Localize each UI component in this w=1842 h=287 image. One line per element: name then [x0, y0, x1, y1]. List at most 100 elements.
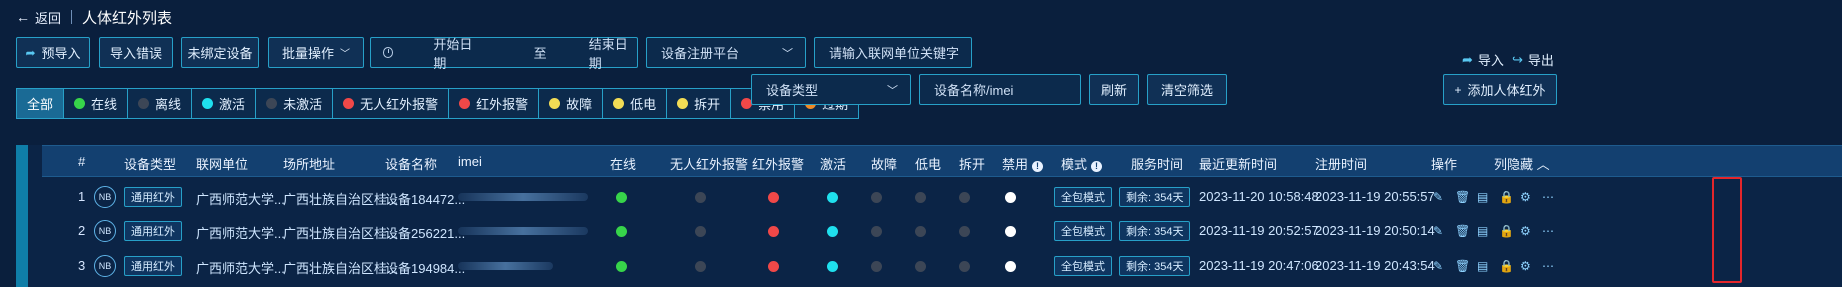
address-cell: 广西壮族自治区桂... [283, 261, 398, 276]
trash-icon[interactable]: 🗑 [1455, 224, 1470, 238]
disabled-dot [1005, 226, 1016, 237]
settings-icon[interactable]: ⚙ [1520, 224, 1531, 238]
info-icon[interactable]: ! [1032, 161, 1044, 172]
import-error-label: 导入错误 [109, 46, 162, 61]
add-infrared-button[interactable]: + 添加人体红外 [1443, 74, 1557, 105]
status-dot-icon [613, 98, 625, 109]
back-button[interactable]: ← 返回 [16, 8, 61, 27]
fault-dot [871, 261, 882, 272]
top-bar: ← 返回 人体红外列表 [16, 6, 172, 28]
device-name-input[interactable]: 设备名称/imei [919, 74, 1081, 105]
col-imei: imei [458, 154, 482, 169]
status-filter-item[interactable]: 红外报警 [449, 89, 540, 118]
device-name-cell[interactable]: 设备184472... [385, 189, 465, 208]
ir-alarm-dot [768, 192, 779, 203]
unit-cell: 广西师范大学... [196, 226, 285, 241]
col-device-name: 设备名称 [385, 157, 438, 172]
lock-icon[interactable]: 🔒 [1499, 224, 1514, 238]
device-table: # 设备类型 联网单位 场所地址 设备名称 imei 在线 无人红外报警 红外报… [16, 145, 1842, 287]
settings-icon[interactable]: ⚙ [1520, 190, 1531, 204]
trash-icon[interactable]: 🗑 [1455, 190, 1470, 204]
row-index: 1 [78, 189, 86, 204]
export-label: 导出 [1527, 53, 1554, 68]
refresh-button[interactable]: 刷新 [1089, 74, 1139, 105]
end-date-input[interactable]: 结束日期 [589, 34, 637, 72]
keyword-input[interactable]: 请输入联网单位关键字 [814, 37, 972, 68]
disabled-dot [1005, 192, 1016, 203]
date-range-picker[interactable]: 开始日期 至 结束日期 [370, 37, 638, 71]
status-dot-icon [677, 98, 689, 109]
col-hide-toggle[interactable]: 列隐藏 ︿ [1494, 154, 1550, 173]
col-fault: 故障 [871, 157, 898, 172]
import-link[interactable]: ➦ 导入 [1462, 50, 1504, 69]
unbound-device-button[interactable]: 未绑定设备 [181, 37, 259, 68]
status-filter-label: 故障 [566, 97, 593, 112]
platform-select[interactable]: 设备注册平台 ﹀ [646, 37, 806, 68]
col-online: 在线 [610, 157, 637, 172]
batch-ops-button[interactable]: 批量操作 ﹀ [268, 37, 364, 68]
edit-icon[interactable]: ✎ [1433, 190, 1443, 204]
lock-icon[interactable]: 🔒 [1499, 190, 1514, 204]
start-date-input[interactable]: 开始日期 [433, 34, 481, 72]
status-filter-item[interactable]: 故障 [539, 89, 604, 118]
document-icon[interactable]: ▤ [1477, 259, 1488, 273]
device-name-cell[interactable]: 设备256221... [385, 223, 465, 242]
col-device-type: 设备类型 [124, 157, 177, 172]
active-dot [827, 192, 838, 203]
row-index: 2 [78, 223, 86, 238]
refresh-label: 刷新 [1100, 83, 1127, 98]
status-filter-label: 离线 [155, 97, 182, 112]
info-icon[interactable]: ! [1091, 161, 1103, 172]
ir-alarm-dot [768, 226, 779, 237]
status-filter-item[interactable]: 低电 [603, 89, 668, 118]
col-mode-label: 模式 [1061, 157, 1088, 172]
col-ops: 操作 [1431, 157, 1458, 172]
trash-icon[interactable]: 🗑 [1455, 259, 1470, 273]
device-type-select[interactable]: 设备类型 ﹀ [751, 74, 911, 105]
status-filter-item[interactable]: 激活 [192, 89, 257, 118]
status-dot-icon [74, 98, 86, 109]
unit-cell: 广西师范大学... [196, 261, 285, 276]
status-filter-item[interactable]: 全部 [17, 89, 65, 118]
document-icon[interactable]: ▤ [1477, 224, 1488, 238]
table-row: 3 NB 通用红外 广西师范大学... 广西壮族自治区桂... 设备194984... 全包… [42, 249, 1842, 283]
document-icon[interactable]: ▤ [1477, 190, 1488, 204]
device-name-cell[interactable]: 设备194984... [385, 258, 465, 277]
import-error-button[interactable]: 导入错误 [99, 37, 173, 68]
status-dot-icon [266, 98, 278, 109]
status-dot-icon [138, 98, 150, 109]
edit-icon[interactable]: ✎ [1433, 259, 1443, 273]
status-filter-label: 低电 [630, 97, 657, 112]
status-filter-item[interactable]: 离线 [128, 89, 193, 118]
address-cell: 广西壮族自治区桂... [283, 226, 398, 241]
more-icon[interactable]: ⋯ [1542, 190, 1554, 204]
more-icon[interactable]: ⋯ [1542, 224, 1554, 238]
more-icon[interactable]: ⋯ [1542, 259, 1554, 273]
status-filter-item[interactable]: 无人红外报警 [333, 89, 450, 118]
col-index: # [78, 154, 86, 169]
opened-dot [959, 261, 970, 272]
unbound-device-label: 未绑定设备 [187, 46, 253, 61]
status-dot-icon [549, 98, 561, 109]
status-filter-item[interactable]: 未激活 [256, 89, 334, 118]
edit-icon[interactable]: ✎ [1433, 224, 1443, 238]
clear-filter-button[interactable]: 清空筛选 [1147, 74, 1227, 105]
settings-icon[interactable]: ⚙ [1520, 259, 1531, 273]
online-dot [616, 226, 627, 237]
share-arrow-icon: ➦ [25, 45, 36, 60]
status-filter-item[interactable]: 拆开 [667, 89, 732, 118]
col-register-time: 注册时间 [1315, 157, 1368, 172]
status-filter-group: 全部在线离线激活未激活无人红外报警红外报警故障低电拆开禁用过期 [16, 88, 860, 119]
status-filter-item[interactable]: 在线 [64, 89, 129, 118]
active-dot [827, 226, 838, 237]
imei-masked [458, 262, 553, 270]
nb-badge: NB [94, 255, 116, 277]
export-link[interactable]: ↪ 导出 [1512, 50, 1554, 69]
nb-badge: NB [94, 220, 116, 242]
arrow-left-icon: ← [16, 9, 30, 25]
pre-import-label: 预导入 [41, 46, 81, 61]
col-low-power: 低电 [915, 157, 942, 172]
pre-import-button[interactable]: ➦ 预导入 [16, 37, 90, 68]
status-filter-label: 全部 [27, 97, 54, 112]
lock-icon[interactable]: 🔒 [1499, 259, 1514, 273]
